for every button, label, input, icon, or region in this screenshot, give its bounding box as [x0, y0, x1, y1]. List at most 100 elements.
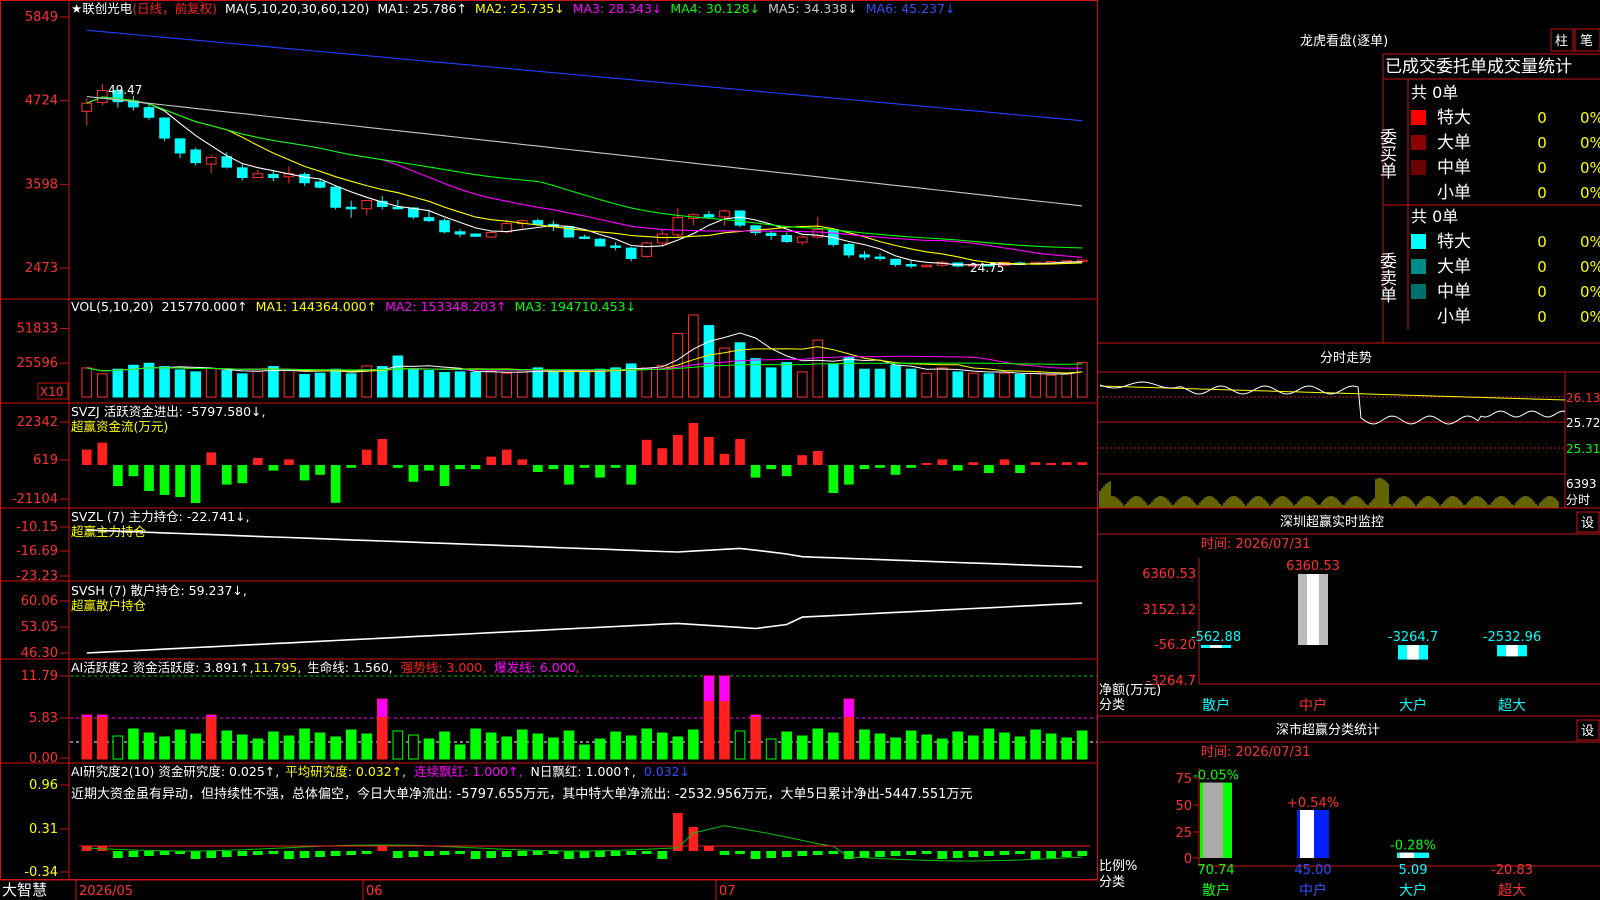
axis-label: 3598 [25, 177, 58, 192]
research-bar [719, 851, 730, 855]
axis-label: 25596 [17, 356, 58, 371]
candle-body [174, 138, 186, 154]
activity-bar [1076, 730, 1088, 760]
research-bar [673, 813, 683, 851]
candle-body [765, 232, 777, 237]
money-flow-bar [237, 465, 248, 484]
svsh-line [86, 602, 1083, 654]
activity-bar [143, 732, 155, 760]
volume-unit: X10 [40, 385, 64, 399]
price-axis: 5849 4724 3598 2473 [25, 10, 69, 276]
monitor-title: 深圳超赢实时监控 [1280, 514, 1384, 530]
volume-bar [485, 370, 497, 398]
sell-rows: 特大 0 0% 大单 0 0% 中单 0 0% 小单 0 0% [1411, 232, 1600, 327]
research-bar [657, 851, 668, 859]
row-count: 0 [1537, 233, 1547, 251]
bar-highlight [1210, 645, 1222, 648]
bar-highlight [1300, 810, 1314, 858]
row-name: 大单 [1437, 257, 1471, 277]
research-bar [237, 851, 248, 856]
svzl-line [86, 529, 1083, 568]
svzj-axis: 22342 619 -21104 [12, 415, 69, 507]
research-bar [517, 851, 528, 856]
volume-bar [299, 374, 310, 398]
row-pct: 0% [1580, 283, 1600, 301]
money-flow-bar [159, 465, 170, 495]
money-flow-bar [875, 465, 885, 468]
money-flow-bar [595, 465, 605, 478]
volume-bar [392, 355, 404, 398]
activity-bar-top [719, 676, 730, 701]
tick-mode-label: 笔 [1580, 33, 1593, 49]
axis-label: 46.30 [21, 646, 58, 661]
buy-label: 委买单 [1376, 128, 1397, 179]
axis-label: 11.79 [21, 669, 58, 684]
money-flow-bar [1030, 462, 1041, 465]
activity-bar [921, 734, 933, 760]
money-flow-bar [128, 465, 139, 477]
activity-bar-top [750, 715, 761, 717]
money-flow-bar [299, 465, 310, 481]
axis-label: 5.83 [29, 711, 58, 726]
volume-bar [159, 366, 170, 398]
candle-body [268, 174, 279, 179]
ai-research-comment: 近期大资金虽有异动，但持续性不强，总体偏空，今日大单净流出: -5797.655… [71, 786, 972, 802]
activity-bar-top [97, 715, 108, 717]
volume-bar [470, 372, 481, 398]
research-bar [999, 851, 1010, 855]
money-flow-bar [999, 459, 1010, 465]
research-bar [766, 851, 776, 858]
axis-label: 53.05 [21, 620, 58, 635]
candle-body [205, 156, 217, 165]
activity-bar [423, 738, 435, 760]
volume-bar [330, 368, 341, 398]
volume-bar [594, 368, 606, 398]
buy-rows: 特大 0 0% 大单 0 0% 中单 0 0% 小单 0 0% [1411, 108, 1600, 203]
candle-body [299, 174, 310, 184]
activity-bar [314, 732, 326, 760]
volume-bar [548, 371, 559, 398]
research-bar [797, 851, 808, 856]
research-bar [408, 851, 419, 857]
research-bar [828, 851, 839, 854]
classify-axis-label: 0 [1184, 852, 1192, 867]
volume-bar [221, 370, 233, 398]
classify-value-label: -20.83 [1491, 863, 1533, 878]
money-flow-bar [81, 449, 92, 465]
sell-total: 共 0单 [1411, 207, 1458, 226]
money-flow-bar [704, 437, 714, 465]
axis-label: 2473 [25, 261, 58, 276]
volume-bar [874, 368, 886, 398]
intraday-axis-label: 25.31 [1566, 442, 1600, 456]
activity-bar [81, 714, 93, 760]
money-flow-bar [533, 465, 543, 472]
axis-label: 60.06 [21, 594, 58, 609]
research-bar [221, 851, 232, 857]
money-flow-bar [221, 465, 232, 485]
candle-body [579, 236, 590, 239]
activity-bar [999, 732, 1010, 760]
activity-bar [190, 733, 201, 760]
research-bar [595, 851, 605, 857]
activity-bar [579, 744, 590, 760]
activity-bar [330, 736, 341, 760]
money-flow-bar [937, 459, 948, 465]
activity-bar [874, 733, 886, 760]
volume-axis: 51833 25596 [17, 321, 69, 371]
volume-bar [828, 363, 839, 398]
activity-bar [345, 729, 357, 760]
activity-bar [1014, 736, 1026, 760]
classify-axis-label: 75 [1175, 772, 1192, 787]
sell-label: 委卖单 [1376, 252, 1397, 303]
monitor-category: 散户 [1202, 697, 1230, 714]
axis-label: 51833 [17, 321, 58, 336]
money-flow-bar [470, 465, 481, 470]
activity-bar [625, 735, 637, 760]
candle-body [236, 167, 248, 179]
activity-bar [859, 729, 870, 760]
classify-value-label: 70.74 [1197, 863, 1234, 878]
volume-bar [579, 371, 590, 398]
money-flow-bar [890, 465, 901, 475]
axis-label: 619 [33, 453, 58, 468]
monitor-axis-label: 3152.12 [1142, 603, 1196, 618]
